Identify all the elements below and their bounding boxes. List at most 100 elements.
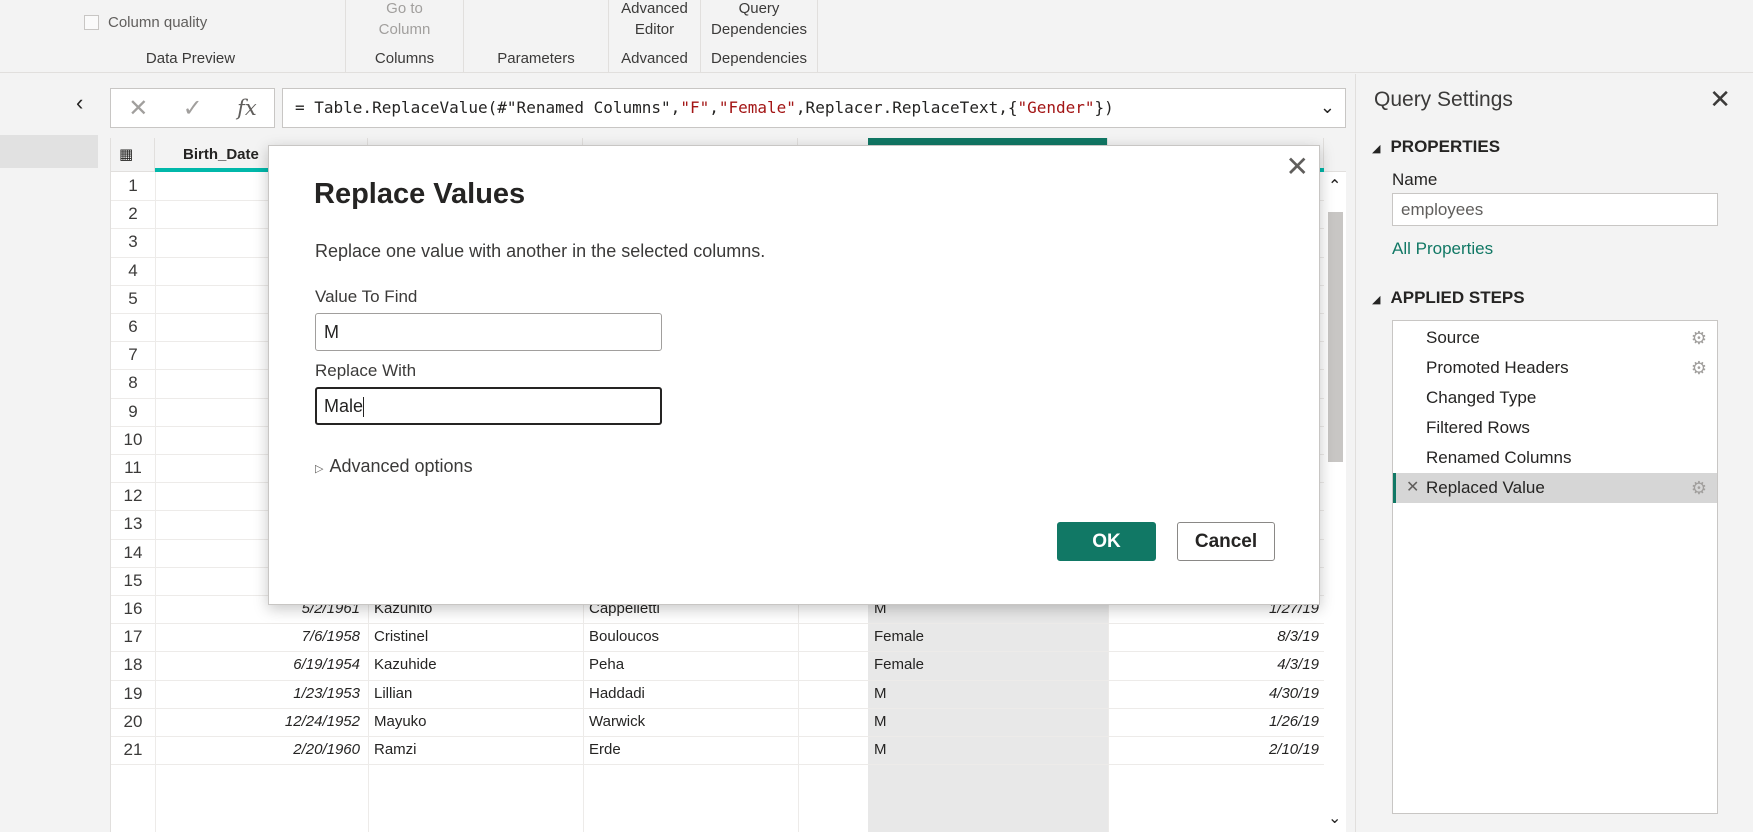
table-cell-last[interactable]: Peha xyxy=(589,656,794,673)
table-cell-first[interactable]: Cristinel xyxy=(374,628,579,645)
selected-query-indicator[interactable] xyxy=(0,135,98,168)
replace-with-input[interactable]: Male xyxy=(315,387,662,425)
scroll-down-icon[interactable]: ⌄ xyxy=(1328,808,1341,828)
close-icon[interactable]: ✕ xyxy=(1709,84,1731,115)
table-cell-last[interactable]: Warwick xyxy=(589,713,794,730)
gear-icon[interactable]: ⚙ xyxy=(1691,473,1707,503)
row-number: 9 xyxy=(128,401,138,421)
table-cell-hire[interactable]: 1/26/19 xyxy=(1114,713,1319,730)
query-dependencies-line2: Dependencies xyxy=(711,21,807,38)
birth-date-header-label: Birth_Date xyxy=(183,146,259,163)
column-quality-checkbox[interactable] xyxy=(84,15,99,30)
chevron-down-icon[interactable]: ⌄ xyxy=(1320,89,1335,127)
advanced-options-toggle[interactable]: ▷ Advanced options xyxy=(315,456,473,477)
table-cell-gender[interactable]: Female xyxy=(874,628,1100,645)
advanced-editor-line1: Advanced xyxy=(621,0,688,17)
gear-icon[interactable]: ⚙ xyxy=(1691,353,1707,383)
data-preview-group: Column quality Data Preview xyxy=(36,0,346,73)
properties-heading-label: PROPERTIES xyxy=(1390,137,1501,156)
table-cell-birth[interactable]: 2/20/1960 xyxy=(157,741,360,758)
advanced-group-label: Advanced xyxy=(621,50,688,67)
step-label: Replaced Value xyxy=(1426,478,1545,497)
replace-values-dialog: Replace Values ✕ Replace one value with … xyxy=(268,145,1320,605)
delete-step-icon[interactable]: ✕ xyxy=(1406,473,1419,503)
row-divider xyxy=(111,679,1346,681)
row-number: 3 xyxy=(128,232,138,252)
go-to-column-line2: Column xyxy=(378,21,431,38)
applied-steps-list: Source ⚙ Promoted Headers ⚙ Changed Type F… xyxy=(1392,320,1718,814)
go-to-column-button[interactable]: Go to Column xyxy=(346,0,463,40)
table-cell-birth[interactable]: 12/24/1952 xyxy=(157,713,360,730)
cancel-button[interactable]: Cancel xyxy=(1177,522,1275,561)
all-properties-link[interactable]: All Properties xyxy=(1392,239,1493,259)
row-number: 12 xyxy=(123,486,143,506)
step-renamed-columns[interactable]: Renamed Columns xyxy=(1393,443,1717,473)
formula-column: "Gender" xyxy=(1017,98,1095,117)
query-name-input[interactable]: employees xyxy=(1392,193,1718,226)
formula-replace: "Female" xyxy=(718,98,796,117)
columns-group: Go to Column Columns xyxy=(346,0,464,73)
replace-with-text: Male xyxy=(324,396,364,416)
table-cell-hire[interactable]: 8/3/19 xyxy=(1114,628,1319,645)
step-promoted-headers[interactable]: Promoted Headers ⚙ xyxy=(1393,353,1717,383)
table-cell-birth[interactable]: 6/19/1954 xyxy=(157,656,360,673)
row-divider xyxy=(111,651,1346,653)
close-icon[interactable]: ✕ xyxy=(1286,150,1309,183)
step-source[interactable]: Source ⚙ xyxy=(1393,323,1717,353)
step-label: Changed Type xyxy=(1426,388,1537,407)
chevron-left-icon[interactable]: ‹ xyxy=(76,90,83,116)
value-to-find-input[interactable]: M xyxy=(315,313,662,351)
fx-icon[interactable]: fx xyxy=(237,96,257,120)
table-cell-last[interactable]: Haddadi xyxy=(589,685,794,702)
table-cell-last[interactable]: Erde xyxy=(589,741,794,758)
step-replaced-value[interactable]: ✕ Replaced Value ⚙ xyxy=(1393,473,1717,503)
table-cell-first[interactable]: Mayuko xyxy=(374,713,579,730)
applied-steps-heading[interactable]: ◢ APPLIED STEPS xyxy=(1372,288,1525,308)
row-number: 20 xyxy=(123,711,143,731)
table-cell-first[interactable]: Kazuhide xyxy=(374,656,579,673)
query-dependencies-button[interactable]: Query Dependencies xyxy=(701,0,817,40)
row-divider xyxy=(111,707,1346,709)
applied-steps-heading-label: APPLIED STEPS xyxy=(1390,288,1525,307)
table-cell-hire[interactable]: 4/3/19 xyxy=(1114,656,1319,673)
table-cell-gender[interactable]: M xyxy=(874,741,1100,758)
scroll-up-icon[interactable]: ⌃ xyxy=(1328,176,1341,196)
formula-find: "F" xyxy=(680,98,710,117)
column-divider xyxy=(155,172,156,832)
table-cell-last[interactable]: Bouloucos xyxy=(589,628,794,645)
table-cell-hire[interactable]: 2/10/19 xyxy=(1114,741,1319,758)
dependencies-group-label: Dependencies xyxy=(711,50,807,67)
collapse-triangle-icon: ◢ xyxy=(1372,294,1381,306)
scrollbar-thumb[interactable] xyxy=(1328,212,1343,462)
query-settings-pane: Query Settings ✕ ◢ PROPERTIES Name employ… xyxy=(1355,74,1753,832)
commit-formula-icon[interactable]: ✓ xyxy=(183,94,203,123)
cancel-formula-icon[interactable]: ✕ xyxy=(128,94,148,123)
step-filtered-rows[interactable]: Filtered Rows xyxy=(1393,413,1717,443)
table-cell-gender[interactable]: M xyxy=(874,685,1100,702)
table-cell-first[interactable]: Ramzi xyxy=(374,741,579,758)
query-dependencies-line1: Query xyxy=(738,0,780,17)
row-number: 17 xyxy=(123,627,143,647)
table-menu-icon[interactable]: ▦ xyxy=(111,138,155,172)
table-cell-hire[interactable]: 4/30/19 xyxy=(1114,685,1319,702)
step-changed-type[interactable]: Changed Type xyxy=(1393,383,1717,413)
table-cell-birth[interactable]: 1/23/1953 xyxy=(157,685,360,702)
formula-comma: , xyxy=(709,98,719,117)
parameters-group-label: Parameters xyxy=(497,50,575,67)
expand-triangle-icon: ▷ xyxy=(315,463,324,475)
advanced-editor-button[interactable]: Advanced Editor xyxy=(609,0,700,40)
table-cell-first[interactable]: Lillian xyxy=(374,685,579,702)
gear-icon[interactable]: ⚙ xyxy=(1691,323,1707,353)
table-cell-birth[interactable]: 7/6/1958 xyxy=(157,628,360,645)
formula-bar-input[interactable]: = Table.ReplaceValue(#"Renamed Columns",… xyxy=(282,88,1346,128)
step-label: Renamed Columns xyxy=(1426,448,1572,467)
ok-button[interactable]: OK xyxy=(1057,522,1156,561)
table-cell-gender[interactable]: M xyxy=(874,713,1100,730)
step-label: Source xyxy=(1426,328,1480,347)
grid-vertical-scrollbar[interactable]: ⌃ ⌄ xyxy=(1324,172,1346,832)
name-label: Name xyxy=(1392,170,1438,189)
properties-heading[interactable]: ◢ PROPERTIES xyxy=(1372,137,1500,157)
table-cell-gender[interactable]: Female xyxy=(874,656,1100,673)
column-quality-option[interactable]: Column quality xyxy=(84,14,207,31)
row-number: 14 xyxy=(123,542,143,562)
